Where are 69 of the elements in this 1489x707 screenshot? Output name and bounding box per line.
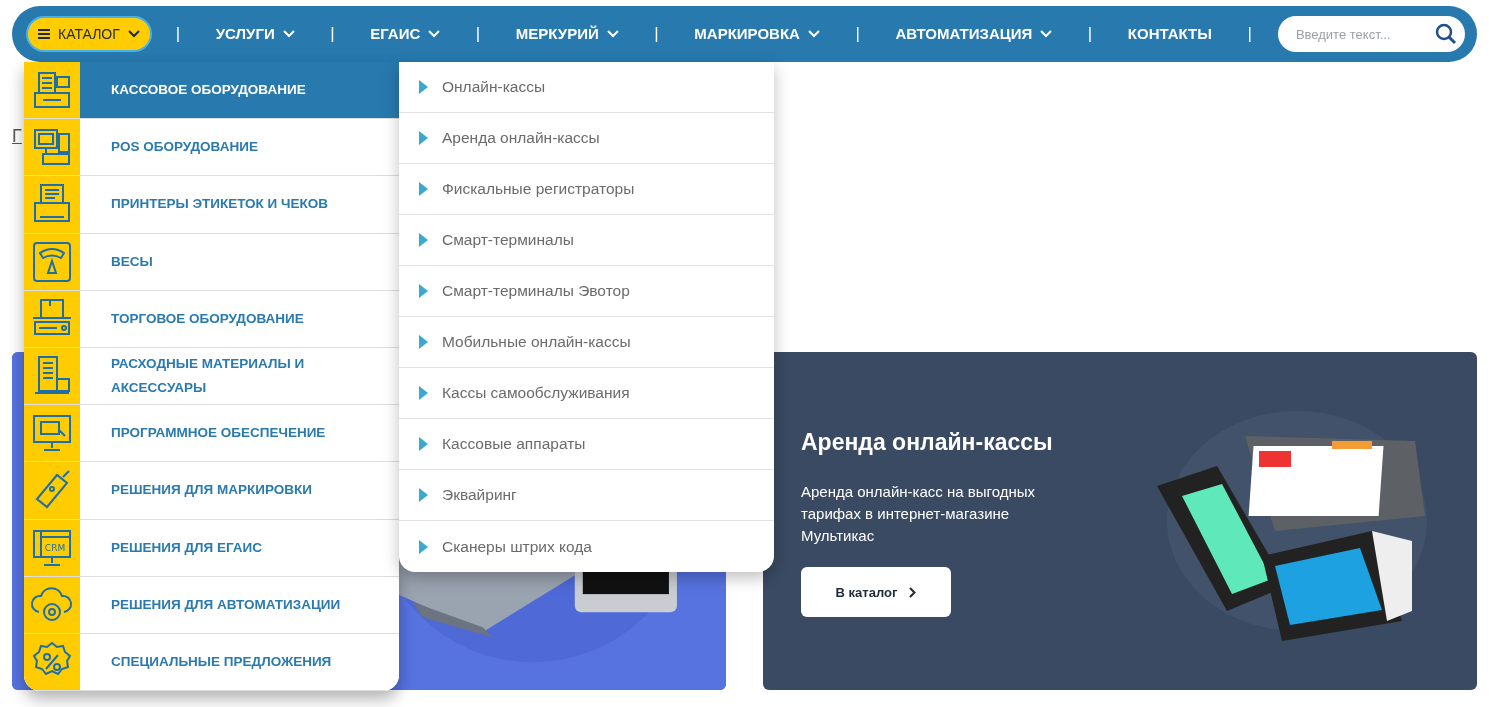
separator: | [330,23,335,46]
submenu-item[interactable]: Смарт-терминалы [399,215,774,266]
search-icon[interactable] [1434,23,1457,45]
category-label: РЕШЕНИЯ ДЛЯ МАРКИРОВКИ [111,481,313,500]
triangle-right-icon [419,233,428,247]
separator: | [175,23,181,46]
chevron-down-icon [1040,30,1053,38]
chevron-down-icon [428,30,441,38]
category-item[interactable]: ПРОГРАММНОЕ ОБЕСПЕЧЕНИЕ [24,405,399,463]
separator: | [855,23,860,46]
banner-title: Аренда онлайн-кассы [801,427,1054,457]
submenu-item[interactable]: Мобильные онлайн-кассы [399,317,774,368]
category-label: POS ОБОРУДОВАНИЕ [111,138,259,157]
triangle-right-icon [419,386,428,400]
triangle-right-icon [419,80,428,94]
triangle-right-icon [419,437,428,451]
chevron-down-icon [606,30,619,38]
category-item[interactable]: СПЕЦИАЛЬНЫЕ ПРЕДЛОЖЕНИЯ [24,633,399,692]
chevron-down-icon [282,30,295,38]
category-label: ПРОГРАММНОЕ ОБЕСПЕЧЕНИЕ [111,424,327,443]
triangle-right-icon [419,488,428,502]
submenu-item[interactable]: Сканеры штрих кода [399,521,774,572]
search-field[interactable]: Введите текст... [1277,16,1465,52]
separator: | [475,23,481,46]
nav-link[interactable]: УСЛУГИ [215,22,295,46]
nav-link[interactable]: МАРКИРОВКА [694,22,820,46]
menu-icon [38,29,50,39]
separator: | [1087,23,1093,46]
separator: | [654,23,659,46]
category-label: ТОРГОВОЕ ОБОРУДОВАНИЕ [111,309,305,328]
submenu-item[interactable]: Эквайринг [399,470,774,521]
chevron-down-icon [127,30,140,38]
submenu-item[interactable]: Фискальные регистраторы [399,164,774,215]
category-label: ВЕСЫ [111,252,154,271]
submenu-item[interactable]: Онлайн-кассы [399,62,774,113]
category-item[interactable]: РЕШЕНИЯ ДЛЯ АВТОМАТИЗАЦИИ [24,576,399,634]
category-item[interactable]: РАСХОДНЫЕ МАТЕРИАЛЫ И АКСЕССУАРЫ [24,347,399,406]
triangle-right-icon [419,284,428,298]
nav-link[interactable]: КОНТАКТЫ [1127,22,1212,46]
chevron-down-icon [807,30,820,38]
catalog-button[interactable]: КАТАЛОГ [26,16,152,52]
category-label: ПРИНТЕРЫ ЭТИКЕТОК И ЧЕКОВ [111,195,329,214]
triangle-right-icon [419,539,428,554]
submenu-item[interactable]: Кассы самообслуживания [399,368,774,419]
category-label: СПЕЦИАЛЬНЫЕ ПРЕДЛОЖЕНИЯ [111,652,333,671]
nav-link[interactable]: ЕГАИС [370,22,441,46]
submenu-item[interactable]: Аренда онлайн-кассы [399,113,774,164]
chevron-right-icon [909,586,917,598]
triangle-right-icon [419,335,428,349]
category-item[interactable]: ПРИНТЕРЫ ЭТИКЕТОК И ЧЕКОВ [24,176,399,234]
triangle-right-icon [419,182,428,196]
category-item[interactable]: ВЕСЫ [24,233,399,291]
category-label: РЕШЕНИЯ ДЛЯ АВТОМАТИЗАЦИИ [111,595,341,614]
banner-text: Аренда онлайн-касс на выгодных тарифах в интернет-магазине Мультикас [801,482,1037,547]
triangle-right-icon [419,131,428,145]
nav-link[interactable]: АВТОМАТИЗАЦИЯ [895,22,1053,46]
category-label: РАСХОДНЫЕ МАТЕРИАЛЫ И АКСЕССУАРЫ [111,355,306,398]
category-item[interactable]: РЕШЕНИЯ ДЛЯ МАРКИРОВКИ [24,462,399,520]
category-item[interactable]: CRM РЕШЕНИЯ ДЛЯ ЕГАИС [24,519,399,577]
nav-link[interactable]: МЕРКУРИЙ [515,22,619,46]
separator: | [1247,23,1252,46]
category-item[interactable]: POS ОБОРУДОВАНИЕ [24,119,399,177]
category-label: КАССОВОЕ ОБОРУДОВАНИЕ [111,81,307,100]
submenu-item[interactable]: Кассовые аппараты [399,419,774,470]
submenu-item[interactable]: Смарт-терминалы Эвотор [399,266,774,317]
catalog-link-button[interactable]: В каталог [801,567,951,618]
category-label: РЕШЕНИЯ ДЛЯ ЕГАИС [111,538,264,557]
category-item[interactable]: ТОРГОВОЕ ОБОРУДОВАНИЕ [24,290,399,348]
category-item[interactable]: КАССОВОЕ ОБОРУДОВАНИЕ [24,62,399,120]
